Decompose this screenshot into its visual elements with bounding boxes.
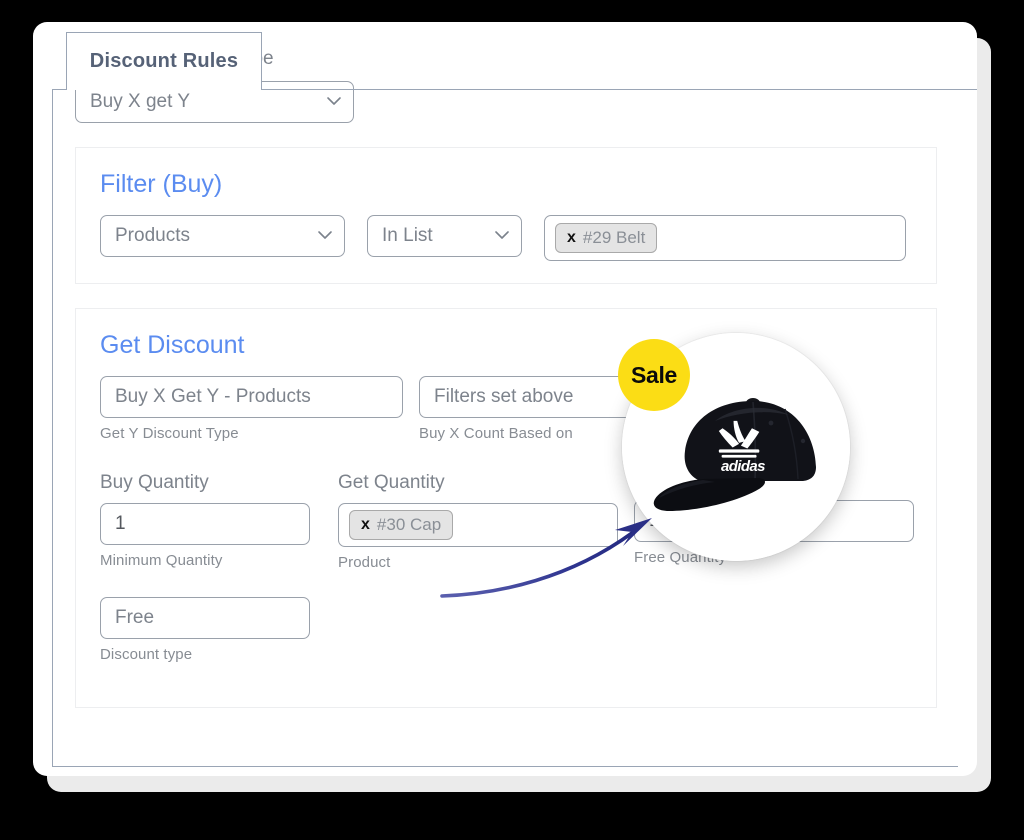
get-y-discount-type-field[interactable]: Buy X Get Y - Products [100, 376, 403, 418]
buy-quantity-helper: Minimum Quantity [100, 552, 223, 569]
filter-entity-value: Products [115, 225, 190, 246]
tab-discount-rules-label: Discount Rules [89, 50, 239, 72]
get-y-discount-type-group: Buy X Get Y - Products Get Y Discount Ty… [100, 376, 403, 442]
buy-quantity-label: Buy Quantity [100, 472, 209, 493]
chevron-down-icon [317, 227, 332, 241]
sale-badge: Sale [618, 339, 690, 411]
buy-x-count-based-on-value: Filters set above [434, 386, 574, 407]
close-x-icon[interactable]: x [567, 230, 576, 246]
discount-type-input[interactable]: Free [100, 597, 310, 639]
discount-type-value: Buy X get Y [90, 91, 190, 112]
filter-operator-select[interactable]: In List [367, 215, 522, 257]
filter-buy-section: Filter (Buy) Products In List x #29 Belt [75, 147, 937, 284]
filter-buy-row: Products In List x #29 Belt [100, 215, 914, 261]
tag-chip-label: #30 Cap [376, 515, 442, 534]
discount-type-group: Free Discount type [100, 597, 914, 663]
discount-type-helper: Discount type [100, 646, 193, 663]
buy-quantity-value: 1 [115, 513, 126, 534]
sale-badge-label: Sale [630, 361, 678, 388]
get-quantity-product-input[interactable]: x #30 Cap [338, 503, 618, 547]
close-x-icon[interactable]: x [361, 517, 370, 533]
get-y-discount-type-value: Buy X Get Y - Products [115, 386, 311, 407]
get-y-discount-type-helper: Get Y Discount Type [100, 425, 239, 442]
chevron-down-icon [494, 227, 509, 241]
product-callout: adidas Sale [618, 333, 850, 561]
chevron-down-icon [326, 93, 341, 107]
filter-buy-title: Filter (Buy) [100, 170, 223, 198]
svg-text:adidas: adidas [721, 458, 765, 475]
buy-quantity-group: Buy Quantity 1 Minimum Quantity [100, 472, 310, 569]
tag-chip[interactable]: x #29 Belt [555, 223, 658, 253]
get-quantity-label: Get Quantity [338, 472, 445, 493]
tag-chip-label: #29 Belt [582, 228, 646, 247]
tag-chip[interactable]: x #30 Cap [349, 510, 454, 540]
filter-entity-select[interactable]: Products [100, 215, 345, 257]
discount-type-field-value: Free [115, 607, 155, 628]
tab-discount-rules[interactable]: Discount Rules [66, 32, 262, 90]
get-quantity-helper: Product [338, 554, 391, 571]
get-quantity-group: Get Quantity x #30 Cap Product [338, 472, 618, 571]
filter-product-tag-input[interactable]: x #29 Belt [544, 215, 906, 261]
screenshot-stage: Discount Rules Choose a discount type Bu… [0, 0, 1024, 840]
buy-quantity-input[interactable]: 1 [100, 503, 310, 545]
filter-operator-value: In List [382, 225, 433, 246]
